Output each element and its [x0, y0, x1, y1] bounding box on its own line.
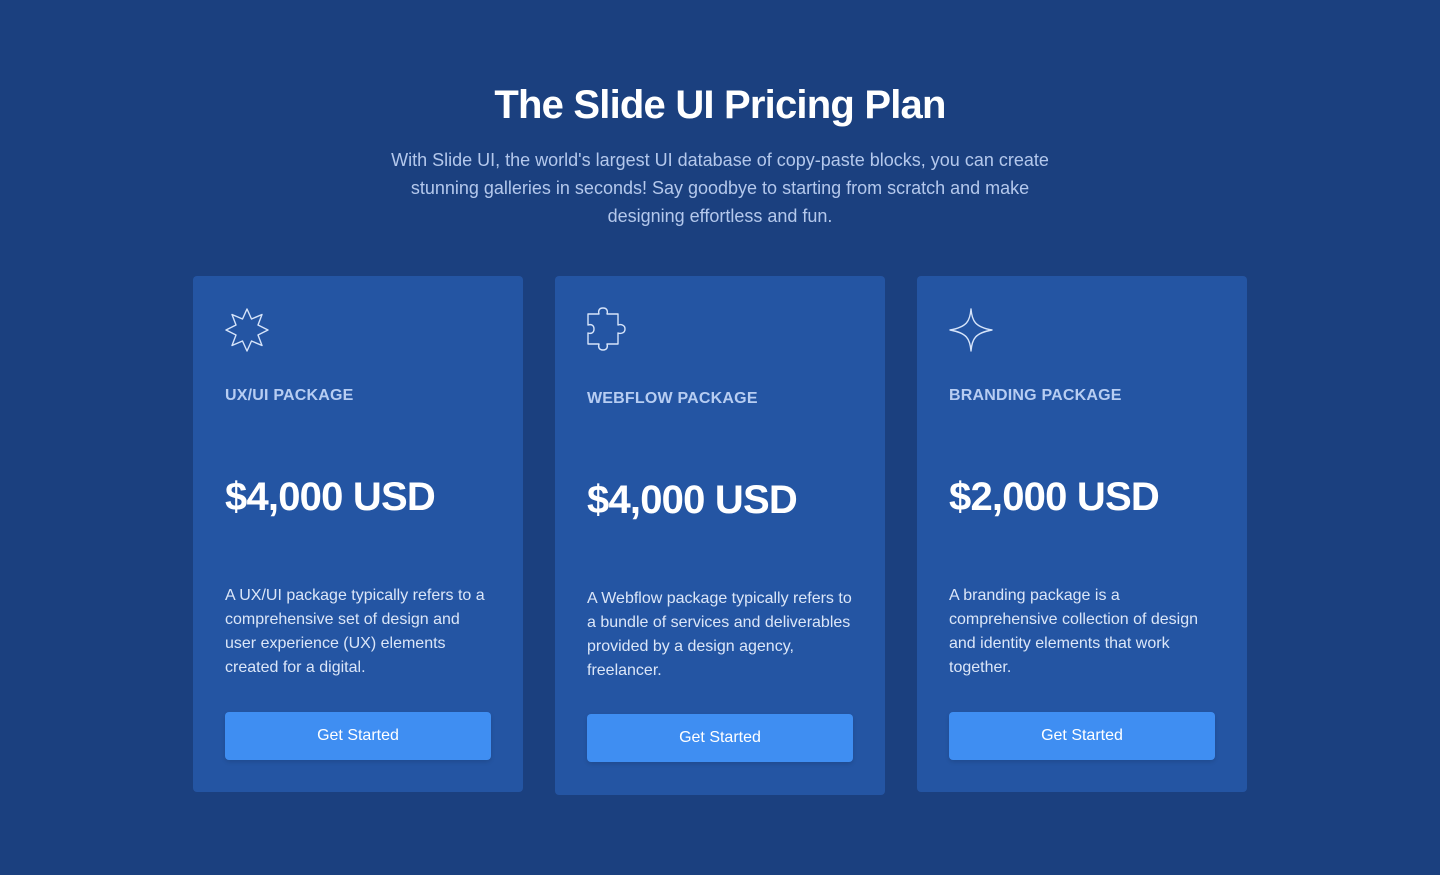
- package-price: $4,000 USD: [587, 478, 798, 522]
- page-title: The Slide UI Pricing Plan: [494, 83, 946, 127]
- puzzle-icon: [585, 305, 633, 353]
- pricing-card-uxui: UX/UI PACKAGE $4,000 USD A UX/UI package…: [193, 276, 523, 792]
- pricing-card-branding: BRANDING PACKAGE $2,000 USD A branding p…: [917, 276, 1247, 792]
- page-subtitle: With Slide UI, the world's largest UI da…: [391, 150, 1049, 226]
- sparkle-icon: [947, 306, 995, 354]
- get-started-button[interactable]: Get Started: [949, 712, 1215, 760]
- package-description: A Webflow package typically refers to a …: [587, 590, 852, 679]
- package-price: $2,000 USD: [949, 475, 1160, 519]
- starburst-icon: [223, 306, 271, 354]
- pricing-card-webflow: WEBFLOW PACKAGE $4,000 USD A Webflow pac…: [555, 276, 885, 795]
- package-price: $4,000 USD: [225, 475, 436, 519]
- package-name: UX/UI PACKAGE: [225, 387, 354, 404]
- package-name: WEBFLOW PACKAGE: [587, 390, 758, 407]
- get-started-button[interactable]: Get Started: [587, 714, 853, 762]
- package-description: A branding package is a comprehensive co…: [949, 587, 1199, 676]
- get-started-button[interactable]: Get Started: [225, 712, 491, 760]
- package-description: A UX/UI package typically refers to a co…: [225, 587, 485, 676]
- package-name: BRANDING PACKAGE: [949, 387, 1122, 404]
- pricing-header: The Slide UI Pricing Plan With Slide UI,…: [0, 80, 1440, 230]
